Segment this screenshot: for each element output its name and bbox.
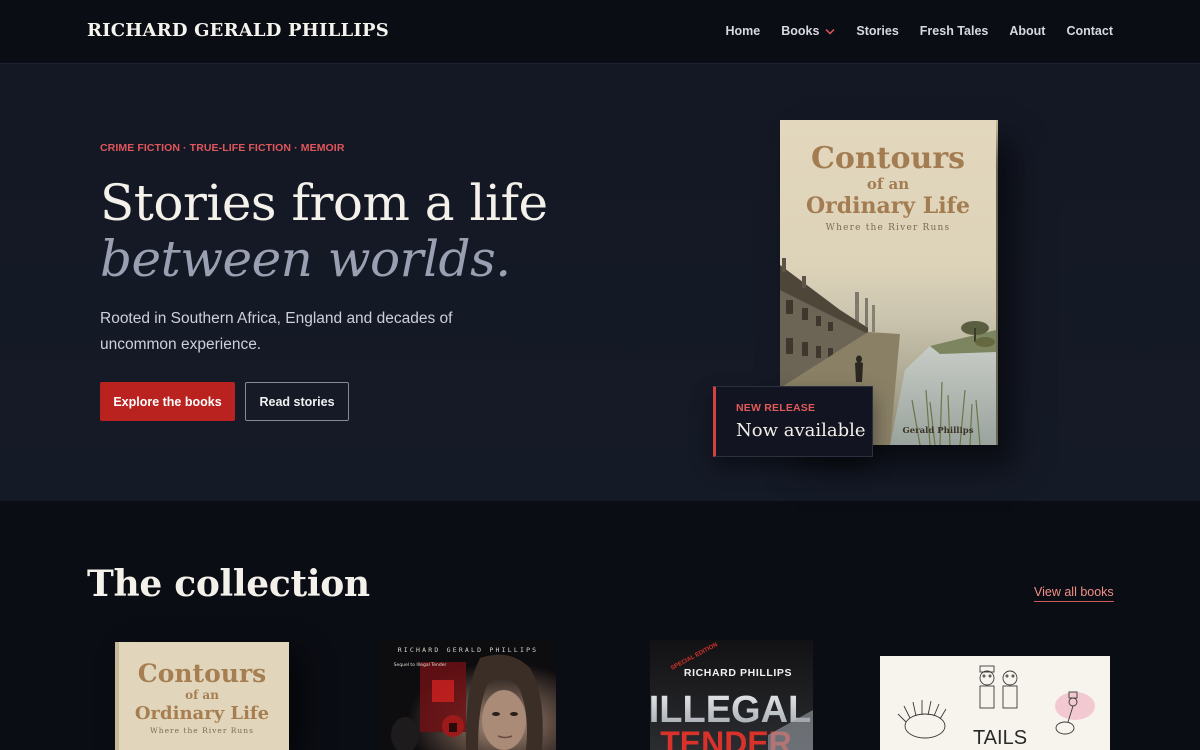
- nav-contact[interactable]: Contact: [1066, 24, 1113, 38]
- hero-section: CRIME FICTION · TRUE-LIFE FICTION · MEMO…: [0, 64, 1200, 501]
- hero-book-title-2: of an: [867, 175, 909, 193]
- new-release-label: NEW RELEASE: [736, 402, 816, 414]
- book-cover-sequel[interactable]: RICHARD GERALD PHILLIPS Sequel to Illega…: [380, 640, 556, 750]
- nav-books-label: Books: [781, 24, 820, 38]
- nav-home[interactable]: Home: [725, 24, 760, 38]
- hero-book-title-3: Ordinary Life: [806, 193, 970, 219]
- hero-lede: Rooted in Southern Africa, England and d…: [100, 310, 453, 353]
- book-cover-illegal-tender[interactable]: SPECIAL EDITION RICHARD PHILLIPS ILLEGAL…: [650, 640, 813, 750]
- site-header: RICHARD GERALD PHILLIPS Home Books Stori…: [0, 0, 1200, 64]
- chevron-down-icon: [825, 28, 835, 35]
- hero-headline-italic: between worlds.: [100, 230, 511, 288]
- hero-book-subtitle: Where the River Runs: [826, 223, 951, 233]
- nav-stories-label: Stories: [856, 24, 899, 38]
- collection-contours-title-1: Contours: [138, 659, 266, 688]
- collection-illegal-author: RICHARD PHILLIPS: [684, 667, 792, 679]
- nav-stories[interactable]: Stories: [856, 24, 898, 38]
- new-release-title: Now available: [736, 420, 866, 441]
- site-brand[interactable]: RICHARD GERALD PHILLIPS: [87, 20, 389, 41]
- nav-home-label: Home: [725, 24, 761, 38]
- nav-about[interactable]: About: [1009, 24, 1045, 38]
- nav-fresh-tales-label: Fresh Tales: [919, 24, 989, 38]
- collection-contours-title-3: Ordinary Life: [135, 703, 269, 724]
- nav-books[interactable]: Books: [781, 24, 835, 38]
- collection-contours-title-2: of an: [185, 688, 219, 702]
- book-cover-contours[interactable]: Contours of an Ordinary Life Where the R…: [115, 642, 289, 750]
- book-cover-tails[interactable]: TAILS: [880, 656, 1110, 750]
- nav-fresh-tales[interactable]: Fresh Tales: [920, 24, 989, 38]
- new-release-badge[interactable]: NEW RELEASE Now available: [713, 386, 873, 457]
- collection-contours-subtitle: Where the River Runs: [150, 726, 254, 735]
- collection-sequel-tagline: Sequel to Illegal Tender: [394, 662, 447, 668]
- view-all-books-link[interactable]: View all books: [1034, 585, 1114, 602]
- nav-contact-label: Contact: [1066, 24, 1113, 38]
- hero-headline: Stories from a life: [100, 174, 548, 232]
- hero-book-title-1: Contours: [811, 141, 965, 176]
- read-stories-button[interactable]: Read stories: [245, 382, 349, 421]
- explore-books-button[interactable]: Explore the books: [100, 382, 235, 421]
- collection-title: The collection: [87, 563, 370, 605]
- collection-tails-title: TAILS: [973, 727, 1027, 749]
- hero-eyebrow: CRIME FICTION · TRUE-LIFE FICTION · MEMO…: [100, 142, 345, 154]
- nav-about-label: About: [1009, 24, 1046, 38]
- collection-sequel-author: RICHARD GERALD PHILLIPS: [398, 646, 539, 654]
- hero-book-author: Gerald Phillips: [902, 426, 973, 436]
- main-nav: Home Books Stories Fresh Tales About Con…: [725, 24, 1113, 38]
